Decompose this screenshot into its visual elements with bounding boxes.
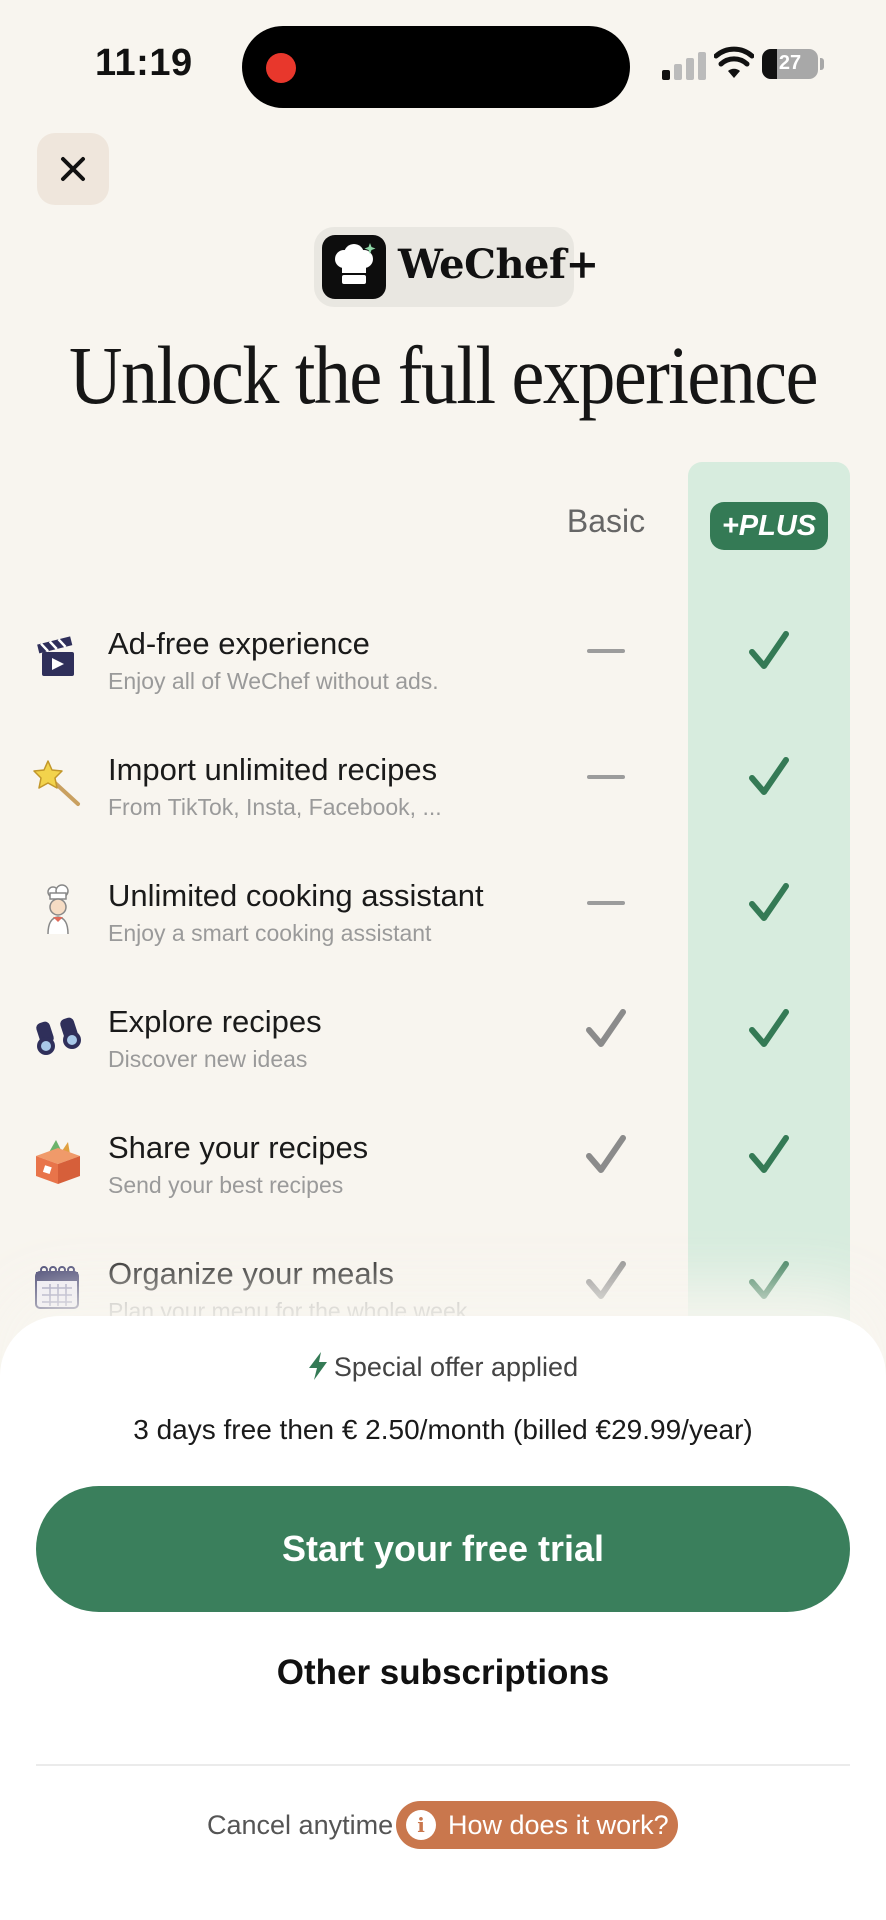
special-offer-line: Special offer applied (0, 1352, 886, 1383)
wifi-icon (714, 46, 754, 78)
feature-title: Explore recipes (108, 1004, 322, 1039)
column-header-basic: Basic (566, 503, 646, 539)
feature-title: Share your recipes (108, 1130, 369, 1165)
how-does-it-work-button[interactable]: i How does it work? (396, 1801, 678, 1849)
dash-icon (587, 649, 625, 653)
column-header-plus-badge: +PLUS (710, 502, 828, 550)
cancel-anytime-text: Cancel anytime (207, 1810, 394, 1840)
brand-badge: WeChef+ (314, 227, 599, 307)
special-offer-text: Special offer applied (333, 1352, 579, 1382)
divider (36, 1764, 850, 1766)
feature-row-explore: Explore recipes Discover new ideas (0, 990, 886, 1110)
magic-wand-icon (33, 760, 80, 806)
feature-row-share: Share your recipes Send your best recipe… (0, 1116, 886, 1236)
feature-title: Organize your meals (108, 1256, 395, 1291)
dash-icon (587, 901, 625, 905)
feature-title: Import unlimited recipes (108, 752, 438, 787)
checkmark-icon (749, 631, 789, 669)
dynamic-island (242, 26, 630, 108)
checkmark-icon (749, 1009, 789, 1047)
how-does-it-work-label: How does it work? (448, 1809, 669, 1840)
feature-subtitle: Discover new ideas (108, 1046, 308, 1072)
binoculars-icon (36, 1017, 81, 1055)
start-free-trial-button[interactable]: Start your free trial (36, 1486, 850, 1612)
brand-name: WeChef+ (398, 241, 599, 288)
lightning-bolt-icon (308, 1352, 327, 1380)
battery-cap (820, 58, 824, 70)
info-icon: i (406, 1810, 436, 1840)
checkmark-icon (749, 757, 789, 795)
feature-subtitle: Send your best recipes (108, 1172, 344, 1198)
recording-indicator-icon (266, 53, 296, 83)
feature-subtitle: Enjoy a smart cooking assistant (108, 920, 432, 946)
feature-title: Unlimited cooking assistant (108, 878, 484, 913)
app-logo (322, 235, 386, 299)
paywall-bottom-sheet: Special offer applied 3 days free then €… (0, 1316, 886, 1920)
checkmark-icon (749, 883, 789, 921)
status-time: 11:19 (95, 42, 193, 84)
pricing-text: 3 days free then € 2.50/month (billed €2… (133, 1414, 753, 1445)
feature-row-import: Import unlimited recipes From TikTok, In… (0, 738, 886, 858)
battery-icon: 27 (762, 49, 818, 79)
calendar-icon (35, 1266, 79, 1309)
feature-row-ad-free: Ad-free experience Enjoy all of WeChef w… (0, 612, 886, 732)
other-subscriptions-link[interactable]: Other subscriptions (0, 1653, 886, 1693)
checkmark-icon (749, 1261, 789, 1299)
checkmark-icon (586, 1135, 626, 1173)
checkmark-icon (586, 1009, 626, 1047)
chef-hat-icon (335, 243, 376, 284)
checkmark-icon (586, 1261, 626, 1299)
page-title: Unlock the full experience (69, 330, 818, 422)
recipe-box-icon (36, 1140, 80, 1184)
feature-subtitle: From TikTok, Insta, Facebook, ... (108, 794, 442, 820)
close-button[interactable] (37, 133, 109, 205)
feature-title: Ad-free experience (108, 626, 370, 661)
checkmark-icon (749, 1135, 789, 1173)
feature-row-assistant: Unlimited cooking assistant Enjoy a smar… (0, 864, 886, 984)
battery-percent: 27 (778, 52, 802, 74)
cellular-signal-icon (662, 50, 706, 80)
status-bar: 11:19 27 (0, 0, 886, 130)
chef-assistant-icon (47, 884, 69, 935)
close-icon (61, 157, 85, 181)
dash-icon (587, 775, 625, 779)
feature-subtitle: Enjoy all of WeChef without ads. (108, 668, 439, 694)
clapperboard-icon (37, 636, 74, 676)
